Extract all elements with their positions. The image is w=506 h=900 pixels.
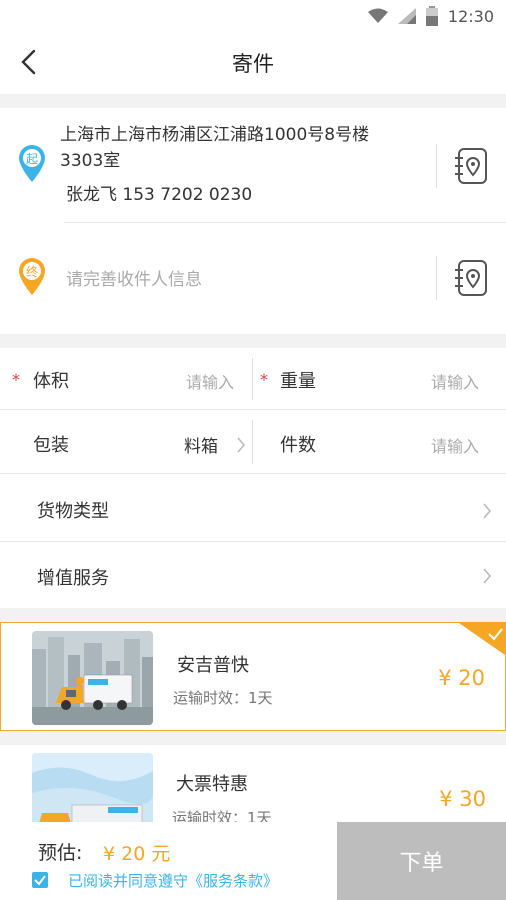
weight-input[interactable]: 请输入 xyxy=(431,369,479,393)
service-time: 运输时效：1天 xyxy=(172,809,272,822)
volume-input[interactable]: 请输入 xyxy=(186,369,234,393)
end-pin-icon: 终 xyxy=(19,258,45,295)
chevron-right-icon xyxy=(483,503,492,519)
service-price: ¥ 20 xyxy=(438,666,485,690)
nav-bar: 寄件 xyxy=(0,34,506,94)
divider xyxy=(436,256,437,300)
sender-address: 上海市上海市杨浦区江浦路1000号8号楼3303室 xyxy=(60,125,370,171)
end-pin-label: 终 xyxy=(26,264,38,279)
service-image xyxy=(32,631,153,725)
service-name: 大票特惠 xyxy=(176,774,248,795)
service-option[interactable]: 安吉普快 运输时效：1天 ¥ 20 xyxy=(0,622,506,731)
wifi-icon xyxy=(367,8,388,23)
address-book-icon[interactable] xyxy=(454,148,488,184)
check-icon xyxy=(34,875,46,886)
start-pin-label: 起 xyxy=(26,152,38,166)
status-time: 12:30 xyxy=(447,6,494,26)
receiver-placeholder: 请完善收件人信息 xyxy=(66,270,202,290)
service-time: 运输时效：1天 xyxy=(173,689,273,707)
address-book-icon[interactable] xyxy=(454,260,488,296)
chevron-right-icon xyxy=(483,568,492,584)
required-mark: * xyxy=(260,370,268,389)
cargo-type-row[interactable]: 货物类型 xyxy=(0,474,506,541)
value-added-label: 增值服务 xyxy=(37,568,109,589)
count-input[interactable]: 请输入 xyxy=(431,433,479,457)
estimate-value: ¥ 20 元 xyxy=(103,843,171,865)
volume-weight-row: * 体积 请输入 * 重量 请输入 xyxy=(0,348,506,409)
service-option[interactable]: 大票特惠 运输时效：1天 ¥ 30 xyxy=(0,745,506,822)
sender-contact: 张龙飞 153 7202 0230 xyxy=(66,185,253,205)
volume-label: 体积 xyxy=(33,371,69,392)
service-price: ¥ 30 xyxy=(439,787,486,811)
agreement-checkbox[interactable] xyxy=(32,872,48,888)
divider xyxy=(252,420,253,464)
packaging-value: 料箱 xyxy=(184,437,218,457)
service-name: 安吉普快 xyxy=(177,655,249,676)
start-pin-icon: 起 xyxy=(19,145,45,182)
submit-order-button[interactable]: 下单 xyxy=(337,822,506,900)
address-separator xyxy=(64,222,506,223)
weight-label: 重量 xyxy=(280,371,316,392)
battery-icon xyxy=(425,6,438,26)
packaging-count-row: 包装 料箱 件数 请输入 xyxy=(0,410,506,473)
bottom-bar: 预估: ¥ 20 元 已阅读并同意遵守《服务条款》 下单 xyxy=(0,822,506,900)
service-image xyxy=(32,753,153,822)
required-mark: * xyxy=(12,370,20,389)
divider xyxy=(436,144,437,188)
divider xyxy=(252,358,253,400)
page-title: 寄件 xyxy=(232,52,274,76)
status-bar: 12:30 xyxy=(0,0,506,34)
count-label: 件数 xyxy=(280,435,316,456)
packaging-label: 包装 xyxy=(33,435,69,456)
signal-icon xyxy=(397,8,416,24)
value-added-row[interactable]: 增值服务 xyxy=(0,542,506,608)
check-icon xyxy=(459,623,505,655)
chevron-right-icon xyxy=(237,437,246,453)
cargo-type-label: 货物类型 xyxy=(37,501,109,522)
terms-link[interactable]: 已阅读并同意遵守《服务条款》 xyxy=(68,870,278,891)
estimate-label: 预估: xyxy=(38,842,83,864)
address-card: 起 上海市上海市杨浦区江浦路1000号8号楼3303室 张龙飞 153 7202… xyxy=(0,108,506,334)
